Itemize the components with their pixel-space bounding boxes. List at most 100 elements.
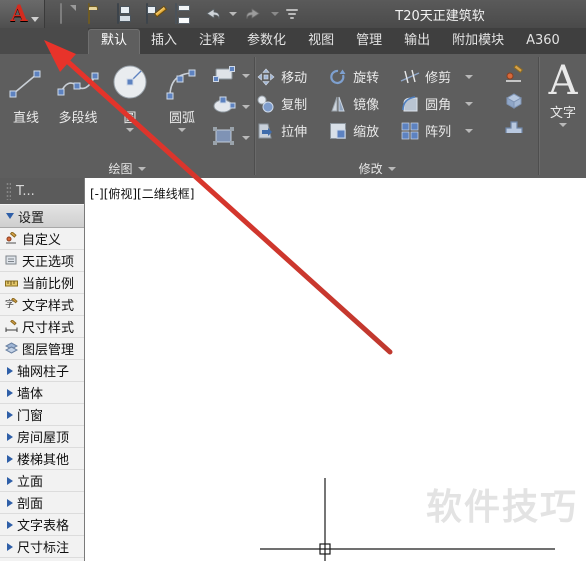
application-menu-button[interactable]: A [0,0,45,28]
chevron-down-icon[interactable] [31,17,39,22]
region-button[interactable] [212,125,250,151]
palette-item-current-scale[interactable]: 当前比例 [0,272,84,294]
palette-item-dim-style[interactable]: 尺寸样式 [0,316,84,338]
draw-panel-title-row[interactable]: 绘图 [0,159,254,178]
mirror-button[interactable]: 镜像 [328,94,400,114]
polyline-button[interactable]: 多段线 [52,58,104,126]
hatch-dropdown-icon[interactable] [242,105,250,109]
palette-group-wall[interactable]: 墙体 [0,382,84,404]
fillet-icon [400,94,420,114]
palette-item-text-style[interactable]: 字 文字样式 [0,294,84,316]
undo-dropdown-icon[interactable] [229,12,237,16]
chevron-right-icon[interactable] [7,432,13,441]
palette-item-options[interactable]: 天正选项 [0,250,84,272]
drawing-canvas[interactable]: [-][俯视][二维线框] 软件技巧 [85,178,586,561]
rectangle-button[interactable] [212,63,250,89]
chevron-right-icon[interactable] [7,542,13,551]
copy-icon [256,94,276,114]
quick-access-customize-icon[interactable] [286,9,298,19]
palette-header[interactable]: T... [0,178,84,204]
modify-extra-icons [498,58,530,138]
line-icon [5,62,47,106]
chevron-right-icon[interactable] [7,410,13,419]
chevron-right-icon[interactable] [7,520,13,529]
palette-group-axis-columns[interactable]: 轴网柱子 [0,360,84,382]
match-properties-icon[interactable] [502,64,526,86]
region-dropdown-icon[interactable] [242,136,250,140]
palette-group-door-window[interactable]: 门窗 [0,404,84,426]
save-icon[interactable] [115,3,137,24]
tab-parametric[interactable]: 参数化 [236,29,297,54]
palette-group-stairs-other[interactable]: 楼梯其他 [0,448,84,470]
tab-annotate[interactable]: 注释 [188,29,236,54]
arc-dropdown-icon[interactable] [178,128,186,132]
tab-manage[interactable]: 管理 [345,29,393,54]
tab-addins[interactable]: 附加模块 [441,29,515,54]
trim-label: 修剪 [425,71,452,86]
chevron-right-icon[interactable] [7,388,13,397]
chevron-right-icon[interactable] [7,454,13,463]
palette-group-elevation-label: 立面 [17,475,44,490]
fillet-dropdown-icon[interactable] [465,101,474,106]
modify-panel-expand-icon[interactable] [387,166,396,171]
draw-panel-expand-icon[interactable] [137,166,146,171]
chevron-right-icon[interactable] [7,366,13,375]
chevron-right-icon[interactable] [7,498,13,507]
rotate-button[interactable]: 旋转 [328,67,400,87]
modify-panel-title-row[interactable]: 修改 [256,159,498,178]
chevron-down-icon[interactable] [6,213,14,219]
save-as-icon[interactable] [144,3,166,24]
modify-row-3: 拉伸 缩放 阵列 [256,117,476,144]
palette-group-section[interactable]: 剖面 [0,492,84,514]
palette-grip-icon[interactable] [6,182,11,200]
text-button[interactable]: A 文字 [540,58,586,127]
mirror-icon [328,94,348,114]
circle-dropdown-icon[interactable] [126,128,134,132]
ribbon-panel-modify: 移动 旋转 修剪 复制 镜像 圆角 拉伸 缩放 阵列 修改 [256,54,498,178]
line-button[interactable]: 直线 [0,58,52,126]
arc-button[interactable]: 圆弧 [156,58,208,132]
circle-button[interactable]: 圆 [104,58,156,132]
rectangle-dropdown-icon[interactable] [242,74,250,78]
palette-item-list[interactable]: 设置 自定义 天正选项 当前比例 字 文字样式 尺寸样式 图层管理 轴网柱子 墙… [0,204,84,561]
palette-item-layer-manager-label: 图层管理 [22,343,75,358]
chevron-right-icon[interactable] [7,476,13,485]
tab-output[interactable]: 输出 [393,29,441,54]
mirror-label: 镜像 [353,98,380,113]
title-bar: A T20天正建筑软 [0,0,586,28]
palette-group-elevation[interactable]: 立面 [0,470,84,492]
hatch-button[interactable] [212,94,250,120]
move-button[interactable]: 移动 [256,67,328,87]
palette-group-settings[interactable]: 设置 [0,204,84,228]
new-file-icon[interactable] [57,3,79,24]
array-dropdown-icon[interactable] [465,128,474,133]
palette-item-layer-manager[interactable]: 图层管理 [0,338,84,360]
tab-a360[interactable]: A360 [515,29,571,54]
open-file-icon[interactable] [86,3,108,24]
redo-dropdown-icon[interactable] [271,12,279,16]
hatch-icon [212,95,236,119]
array-label: 阵列 [425,125,452,140]
palette-group-room-roof[interactable]: 房间屋顶 [0,426,84,448]
tab-view[interactable]: 视图 [297,29,345,54]
ribbon-tab-bar: 默认 插入 注释 参数化 视图 管理 输出 附加模块 A360 [0,28,586,55]
redo-icon[interactable] [244,4,264,24]
trim-button[interactable]: 修剪 [400,67,462,87]
palette-group-text-table[interactable]: 文字表格 [0,514,84,536]
array-button[interactable]: 阵列 [400,121,462,141]
palette-group-wall-label: 墙体 [17,387,44,402]
trim-dropdown-icon[interactable] [465,74,474,79]
text-dropdown-icon[interactable] [559,123,568,127]
print-icon[interactable] [173,3,195,24]
undo-icon[interactable] [202,4,222,24]
palette-group-dimension[interactable]: 尺寸标注 [0,536,84,558]
tab-insert[interactable]: 插入 [140,29,188,54]
tab-default[interactable]: 默认 [88,29,141,54]
fillet-button[interactable]: 圆角 [400,94,462,114]
scale-button[interactable]: 缩放 [328,121,400,141]
copy-button[interactable]: 复制 [256,94,328,114]
block-icon[interactable] [502,90,526,112]
explode-icon[interactable] [502,116,526,138]
palette-item-customize[interactable]: 自定义 [0,228,84,250]
stretch-button[interactable]: 拉伸 [256,121,328,141]
